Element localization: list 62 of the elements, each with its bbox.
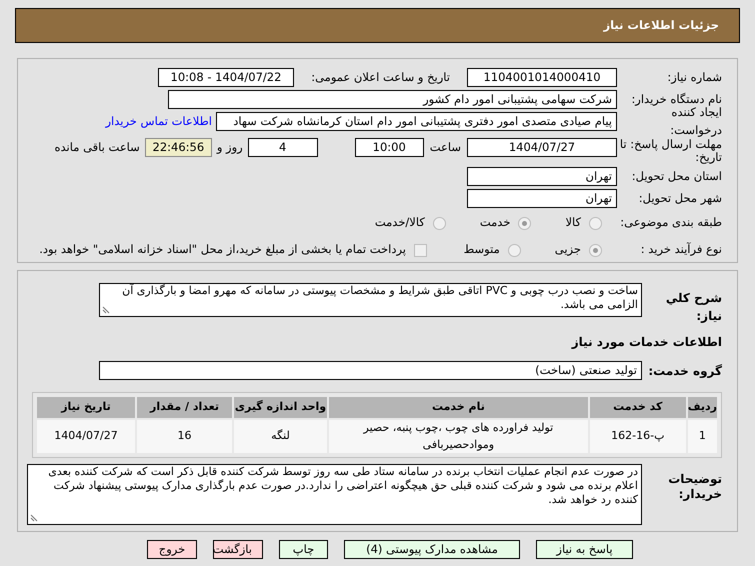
field-label: تاریخ و ساعت اعلان عمومی: bbox=[310, 68, 451, 86]
field-label: طبقه بندی موضوعی: bbox=[619, 214, 722, 232]
table-cell: تولید فراورده های چوب ،چوب پنبه، حصیر وموادحصیربافی bbox=[329, 420, 588, 453]
text-field[interactable]: تولید صنعتی (ساخت) bbox=[99, 361, 642, 380]
radio-label: کالا bbox=[565, 214, 581, 232]
radio-button[interactable] bbox=[589, 216, 602, 230]
field-label: گروه خدمت: bbox=[647, 362, 722, 380]
text-field[interactable]: 1104001014000410 bbox=[467, 68, 617, 87]
field-label: نام دستگاه خریدار: bbox=[630, 90, 722, 107]
action-button[interactable]: مشاهده مدارک پیوستی (4) bbox=[344, 540, 520, 559]
table-cell: پ-16-162 bbox=[590, 420, 686, 453]
table-cell: لنگه bbox=[234, 420, 327, 453]
text-field[interactable]: تهران bbox=[467, 167, 617, 186]
table-cell: 16 bbox=[137, 420, 232, 453]
days-label: روز و bbox=[216, 139, 243, 156]
field-label: ایجاد کننده درخواست: bbox=[669, 105, 722, 139]
column-header: ردیف bbox=[688, 397, 717, 418]
field-label: شماره نیاز: bbox=[666, 68, 722, 86]
description-field[interactable]: ساخت و نصب درب چوبی و PVC اتاقی طبق شرایط و مشخصات پیوستی در سامانه که مهرو امضا و بارگذاری آن الزامی می باشد. bbox=[99, 283, 642, 317]
radio-button[interactable] bbox=[508, 244, 521, 256]
radio-button[interactable] bbox=[518, 216, 532, 230]
field-label: استان محل تحویل: bbox=[630, 168, 722, 185]
resize-grip-icon[interactable] bbox=[102, 306, 110, 314]
field-label: شهر محل تحویل: bbox=[638, 190, 722, 207]
action-button[interactable]: پاسخ به نیاز bbox=[536, 540, 633, 559]
field-label: توضیحات خریدار: bbox=[667, 471, 722, 502]
action-button[interactable]: چاپ bbox=[279, 540, 328, 559]
radio-label: متوسط bbox=[464, 241, 500, 258]
time-label: ساعت bbox=[430, 139, 461, 156]
field-label: شرح کلي نياز: bbox=[664, 290, 722, 325]
radio-label: کالا/خدمت bbox=[374, 214, 425, 232]
resize-grip-icon[interactable] bbox=[30, 514, 38, 522]
contact-link[interactable]: اطلاعات تماس خریدار bbox=[105, 112, 212, 130]
radio-label: خدمت bbox=[480, 214, 510, 232]
checkbox-label: پرداخت تمام یا بخشی از مبلغ خرید،از محل "اسناد خزانه اسلامی" خواهد بود. bbox=[39, 241, 406, 258]
column-header: کد خدمت bbox=[590, 397, 686, 418]
radio-button[interactable] bbox=[432, 216, 446, 230]
text-field[interactable]: 1404/07/22 - 10:08 bbox=[158, 68, 294, 87]
column-header: تاریخ نیاز bbox=[37, 397, 135, 418]
header-title: جزئیات اطلاعات نیاز bbox=[603, 16, 719, 34]
text-field[interactable]: تهران bbox=[467, 189, 617, 208]
field-label: مهلت ارسال پاسخ: تا تاریخ: bbox=[618, 138, 722, 164]
text-field[interactable]: پیام صیادی متصدی امور دفتری پشتیبانی امور دام استان کرمانشاه شرکت سهاد bbox=[216, 112, 617, 131]
field-label: نوع فرآیند خرید : bbox=[640, 241, 722, 258]
text-field[interactable]: 1404/07/27 bbox=[467, 138, 617, 157]
radio-label: جزیی bbox=[554, 241, 581, 258]
action-button[interactable]: بازگشت bbox=[213, 540, 263, 559]
remaining-label: ساعت باقی مانده bbox=[54, 139, 140, 156]
remaining-time-field: 22:46:56 bbox=[144, 138, 212, 157]
text-field[interactable]: 4 bbox=[248, 138, 318, 157]
notes-field[interactable]: در صورت عدم انجام عملیات انتخاب برنده در سامانه ستاد طی سه روز توسط شرکت کننده قابل ذکر است که شرکت کننده بعدی اعلام برنده می شود و شرکت کننده قبلی حق هیچگونه اعتراضی را ندارد.در صورت عدم بارگذاری مدارک پیوستی پیشنهاد شرکت کننده رد خواهد شد. bbox=[27, 464, 642, 525]
action-button[interactable]: خروج bbox=[147, 540, 197, 559]
table-cell: 1 bbox=[688, 420, 717, 453]
section-heading: اطلاعات خدمات مورد نیاز bbox=[570, 334, 722, 351]
text-field[interactable]: 10:00 bbox=[354, 138, 424, 157]
column-header: واحد اندازه گیری bbox=[234, 397, 327, 418]
checkbox[interactable] bbox=[414, 244, 427, 256]
column-header: نام خدمت bbox=[329, 397, 588, 418]
table-cell: 1404/07/27 bbox=[37, 420, 135, 453]
column-header: تعداد / مقدار bbox=[137, 397, 232, 418]
text-field[interactable]: شرکت سهامی پشتیبانی امور دام کشور bbox=[168, 90, 617, 109]
radio-button[interactable] bbox=[589, 244, 602, 256]
